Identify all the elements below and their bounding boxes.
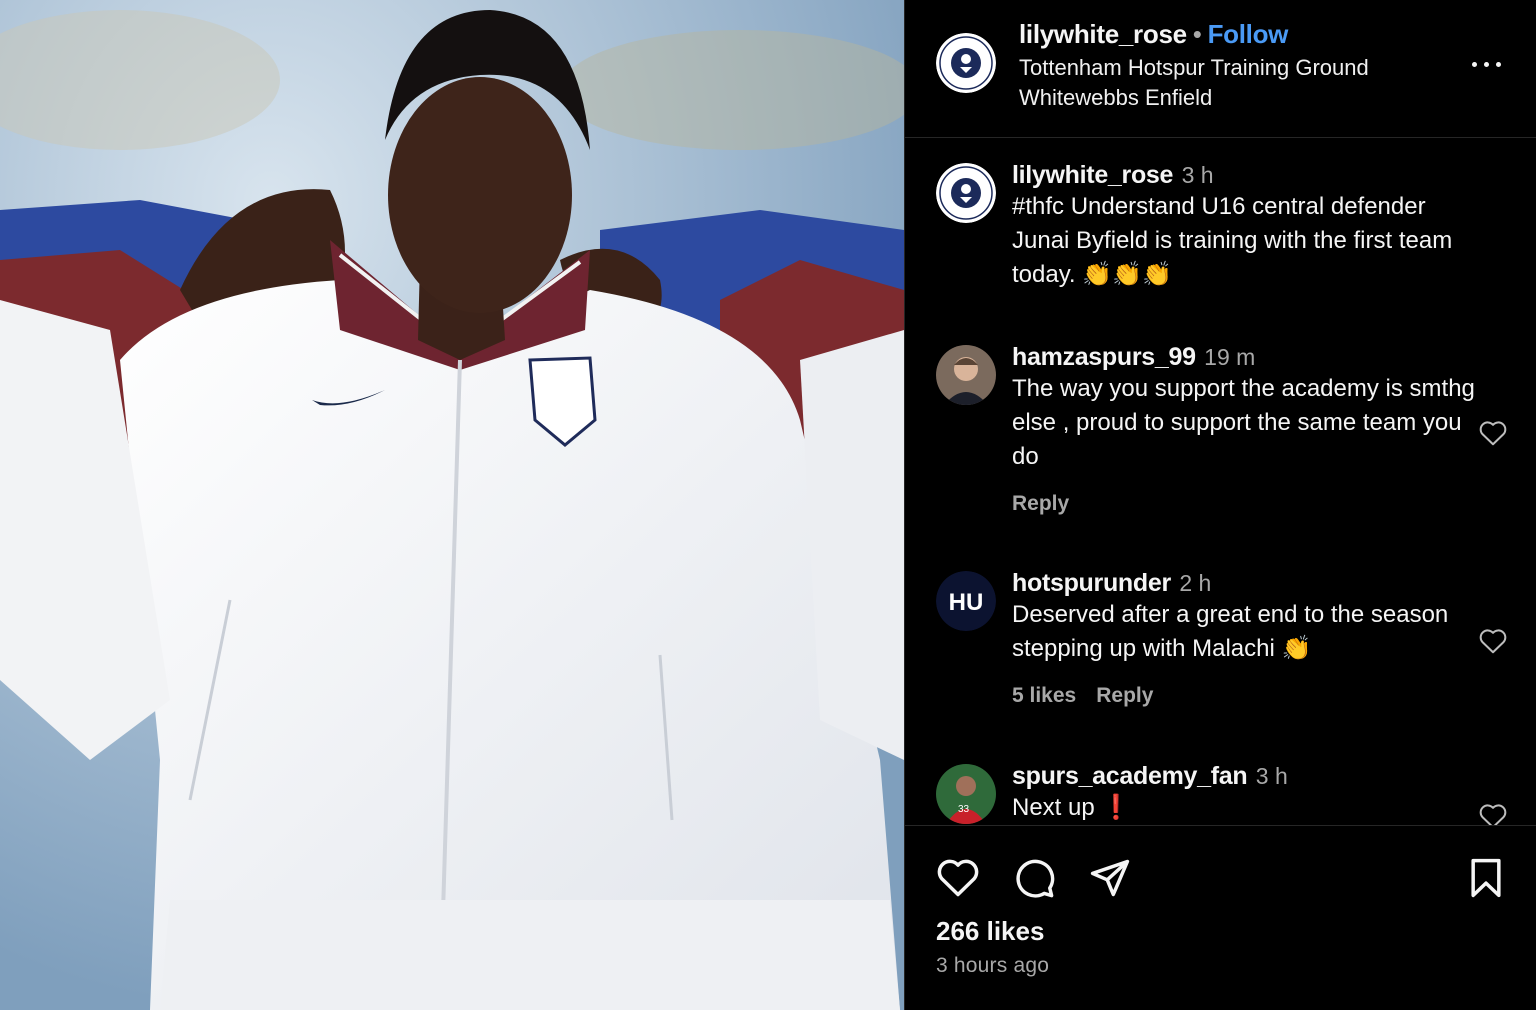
follow-button[interactable]: Follow bbox=[1208, 19, 1289, 49]
caption-author-avatar[interactable] bbox=[936, 163, 996, 223]
comment-heart-icon[interactable] bbox=[1478, 627, 1508, 655]
reply-button[interactable]: Reply bbox=[1012, 492, 1069, 515]
separator-dot: • bbox=[1192, 19, 1202, 49]
caption-text: #thfc Understand U16 central defender Ju… bbox=[1012, 193, 1453, 288]
comment-time[interactable]: 3 h bbox=[1256, 763, 1288, 789]
comment-body: hamzaspurs_99 19 m The way you support t… bbox=[1012, 343, 1482, 516]
comment-icon[interactable] bbox=[1012, 856, 1056, 900]
commenter-avatar[interactable]: HU bbox=[936, 571, 996, 631]
comment-username[interactable]: spurs_academy_fan bbox=[1012, 762, 1248, 790]
commenter-avatar[interactable]: 33 bbox=[936, 764, 996, 824]
comment-text: The way you support the academy is smthg… bbox=[1012, 375, 1475, 470]
reply-button[interactable]: Reply bbox=[1096, 684, 1153, 707]
location-link[interactable]: Tottenham Hotspur Training Ground Whitew… bbox=[1019, 53, 1439, 113]
comments-list[interactable]: lilywhite_rose 3 h #thfc Understand U16 … bbox=[905, 139, 1536, 825]
author-avatar[interactable] bbox=[936, 33, 996, 93]
post-header: lilywhite_rose • Follow Tottenham Hotspur … bbox=[905, 0, 1536, 138]
comment-text: Next up bbox=[1012, 794, 1095, 821]
post-panel: lilywhite_rose • Follow Tottenham Hotspur … bbox=[904, 0, 1536, 1010]
commenter-avatar[interactable] bbox=[936, 345, 996, 405]
comment-text: Deserved after a great end to the season… bbox=[1012, 601, 1449, 662]
caption-username[interactable]: lilywhite_rose bbox=[1012, 161, 1173, 189]
author-line: lilywhite_rose • Follow bbox=[1019, 19, 1288, 50]
heart-icon[interactable] bbox=[936, 856, 980, 900]
comment-time[interactable]: 2 h bbox=[1179, 570, 1211, 596]
commenter-avatar-text: HU bbox=[949, 589, 984, 616]
post-actions-bar: 266 likes 3 hours ago bbox=[905, 825, 1536, 1010]
comment-body: spurs_academy_fan 3 h Next up ❗ bbox=[1012, 762, 1482, 825]
comment-username[interactable]: hotspurunder bbox=[1012, 569, 1171, 597]
comment-username[interactable]: hamzaspurs_99 bbox=[1012, 343, 1196, 371]
post-image[interactable] bbox=[0, 0, 904, 1010]
post-photo-illustration bbox=[0, 0, 904, 1010]
caption-body: lilywhite_rose 3 h #thfc Understand U16 … bbox=[1012, 161, 1482, 292]
comment-heart-icon[interactable] bbox=[1478, 802, 1508, 825]
more-horizontal-icon[interactable] bbox=[1469, 52, 1505, 76]
comment-time[interactable]: 19 m bbox=[1204, 344, 1255, 370]
comment-heart-icon[interactable] bbox=[1478, 419, 1508, 447]
comment-actions: Reply bbox=[1012, 492, 1482, 516]
comment-actions: 5 likes Reply bbox=[1012, 684, 1482, 708]
bookmark-icon[interactable] bbox=[1464, 856, 1508, 900]
author-username[interactable]: lilywhite_rose bbox=[1019, 19, 1187, 49]
comment-text-line: Next up ❗ bbox=[1012, 791, 1482, 825]
svg-text:33: 33 bbox=[958, 804, 970, 815]
send-icon[interactable] bbox=[1088, 856, 1132, 900]
post-timestamp[interactable]: 3 hours ago bbox=[936, 954, 1049, 978]
likes-count[interactable]: 266 likes bbox=[936, 916, 1044, 947]
caption-time[interactable]: 3 h bbox=[1182, 162, 1214, 188]
exclamation-emoji: ❗ bbox=[1101, 794, 1132, 821]
comment-body: hotspurunder 2 h Deserved after a great … bbox=[1012, 569, 1482, 708]
comment-likes-count[interactable]: 5 likes bbox=[1012, 684, 1076, 707]
